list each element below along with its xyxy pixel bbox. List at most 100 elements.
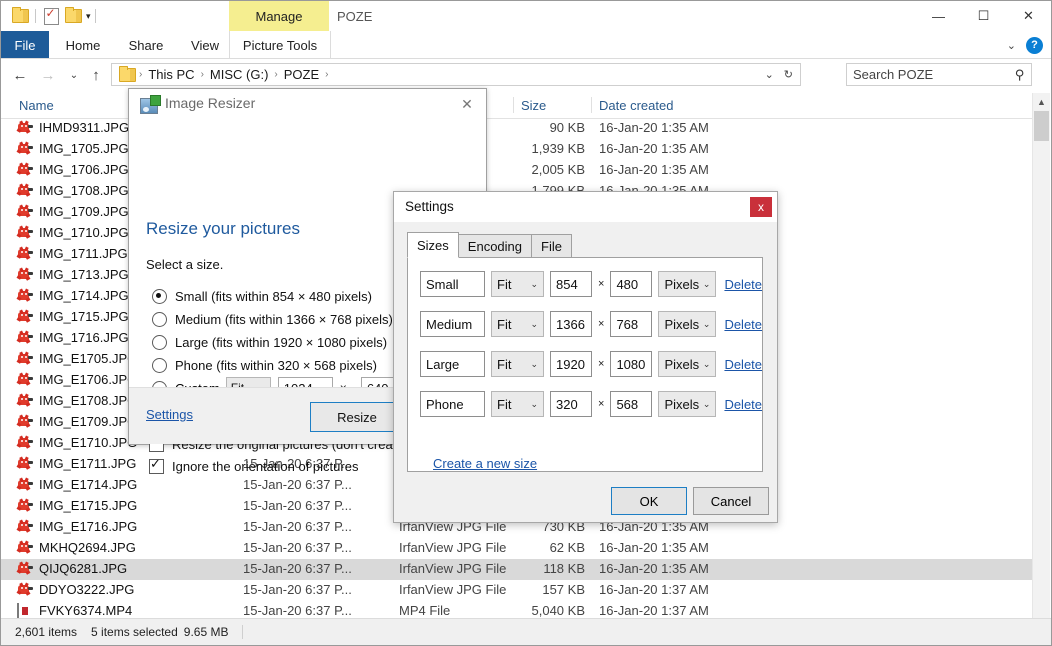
file-name: IMG_1711.JPG <box>39 246 128 261</box>
minimize-button[interactable]: — <box>916 1 961 31</box>
create-new-size-link[interactable]: Create a new size <box>433 456 537 471</box>
breadcrumb-poze[interactable]: POZE <box>279 67 324 82</box>
address-history-caret-icon[interactable]: ⌄ <box>760 68 779 81</box>
breadcrumb[interactable]: › This PC › MISC (G:) › POZE › ⌄ ↻ <box>111 63 801 86</box>
size-option-large[interactable]: Large (fits within 1920 × 1080 pixels) <box>152 331 393 354</box>
column-divider-2[interactable] <box>513 97 514 113</box>
table-row[interactable]: FVKY6374.MP4 15-Jan-20 6:37 P... MP4 File 5… <box>1 601 1033 618</box>
size-name-input[interactable]: Small <box>420 271 485 297</box>
table-row[interactable]: DDYO3222.JPG 15-Jan-20 6:37 P... IrfanView… <box>1 580 1033 601</box>
dropdown-caret-icon[interactable]: ▾ <box>86 11 91 22</box>
settings-ok-button[interactable]: OK <box>611 487 687 515</box>
checkbox-ignore-orientation-icon[interactable] <box>149 456 164 474</box>
breadcrumb-this-pc[interactable]: This PC <box>143 67 199 82</box>
size-name-input[interactable]: Large <box>420 351 485 377</box>
image-resizer-title-bar: Image Resizer ✕ <box>129 89 486 119</box>
size-name-input[interactable]: Medium <box>420 311 485 337</box>
checkbox-ignore-orientation[interactable]: Ignore the orientation of pictures <box>149 455 404 477</box>
forward-button[interactable]: → <box>37 64 59 86</box>
size-width-input[interactable]: 1920 <box>550 351 592 377</box>
irfanview-jpg-icon <box>16 246 33 262</box>
tab-view[interactable]: View <box>181 31 229 59</box>
breadcrumb-folder-icon <box>119 65 136 82</box>
tab-picture-tools[interactable]: Picture Tools <box>229 31 331 59</box>
column-header-name[interactable]: Name <box>19 93 54 117</box>
file-name: IMG_E1715.JPG <box>39 498 138 513</box>
search-icon: ⚲ <box>1015 66 1025 82</box>
radio-medium-icon[interactable] <box>152 312 167 327</box>
size-option-phone[interactable]: Phone (fits within 320 × 568 pixels) <box>152 354 393 377</box>
column-header-size[interactable]: Size <box>521 93 546 117</box>
sizes-tab-panel: Small Fit ⌄ 854 × 480 Pixels ⌄ Delete Medium Fit ⌄ 1… <box>407 257 763 472</box>
size-delete-link[interactable]: Delete <box>724 277 762 292</box>
table-row[interactable]: MKHQ2694.JPG 15-Jan-20 6:37 P... IrfanView… <box>1 538 1033 559</box>
size-option-small[interactable]: Small (fits within 854 × 480 pixels) <box>152 285 393 308</box>
radio-large-icon[interactable] <box>152 335 167 350</box>
settings-close-button[interactable]: x <box>750 197 772 217</box>
size-height-input[interactable]: 568 <box>610 391 653 417</box>
size-fit-select[interactable]: Fit ⌄ <box>491 351 544 377</box>
column-header-date-created[interactable]: Date created <box>599 93 673 117</box>
size-unit-select[interactable]: Pixels ⌄ <box>658 311 717 337</box>
size-name-input[interactable]: Phone <box>420 391 485 417</box>
tab-encoding[interactable]: Encoding <box>457 234 533 258</box>
irfanview-jpg-icon <box>16 477 33 493</box>
irfanview-jpg-icon <box>16 225 33 241</box>
tab-file[interactable]: File <box>531 234 572 258</box>
size-unit-select[interactable]: Pixels ⌄ <box>658 271 717 297</box>
vertical-scrollbar[interactable]: ▲ <box>1032 93 1050 618</box>
size-height-input[interactable]: 480 <box>610 271 653 297</box>
close-button[interactable]: ✕ <box>1006 1 1051 31</box>
file-date-modified: 15-Jan-20 6:37 P... <box>243 603 352 618</box>
table-row[interactable]: QIJQ6281.JPG 15-Jan-20 6:37 P... IrfanView… <box>1 559 1033 580</box>
ribbon-tab-strip: File Home Share View Picture Tools ⌄ ? <box>1 31 1051 59</box>
refresh-icon[interactable]: ↻ <box>779 68 798 81</box>
checkbox-ignore-orientation-label: Ignore the orientation of pictures <box>172 458 359 474</box>
folder-icon[interactable] <box>9 5 31 27</box>
settings-link[interactable]: Settings <box>146 407 193 422</box>
tab-sizes[interactable]: Sizes <box>407 232 459 258</box>
file-name: MKHQ2694.JPG <box>39 540 136 555</box>
radio-small-icon[interactable] <box>152 289 167 304</box>
help-icon[interactable]: ? <box>1026 36 1043 54</box>
settings-cancel-button[interactable]: Cancel <box>693 487 769 515</box>
image-resizer-heading: Resize your pictures <box>146 219 301 238</box>
properties-icon[interactable] <box>40 5 62 27</box>
size-height-input[interactable]: 1080 <box>610 351 653 377</box>
screen: In ZciscoCciscociscoCciscoSBSSBSB🐦T🐦🐦 ▾ … <box>0 0 1052 646</box>
resize-button[interactable]: Resize <box>310 402 404 432</box>
size-unit-select[interactable]: Pixels ⌄ <box>658 391 717 417</box>
size-fit-select[interactable]: Fit ⌄ <box>491 311 544 337</box>
tab-home[interactable]: Home <box>55 31 111 59</box>
radio-phone-icon[interactable] <box>152 358 167 373</box>
size-width-input[interactable]: 320 <box>550 391 592 417</box>
size-fit-select[interactable]: Fit ⌄ <box>491 391 544 417</box>
size-height-input[interactable]: 768 <box>610 311 653 337</box>
scroll-up-icon[interactable]: ▲ <box>1033 93 1050 110</box>
scrollbar-thumb[interactable] <box>1034 111 1049 141</box>
contextual-tab-manage[interactable]: Manage <box>229 1 329 31</box>
size-fit-select[interactable]: Fit ⌄ <box>491 271 544 297</box>
size-width-input[interactable]: 854 <box>550 271 592 297</box>
new-folder-icon[interactable] <box>62 5 84 27</box>
size-delete-link[interactable]: Delete <box>724 317 762 332</box>
size-delete-link[interactable]: Delete <box>724 397 762 412</box>
breadcrumb-misc-g[interactable]: MISC (G:) <box>205 67 274 82</box>
up-button[interactable]: ↑ <box>85 64 107 86</box>
size-unit-select[interactable]: Pixels ⌄ <box>658 351 717 377</box>
column-divider-3[interactable] <box>591 97 592 113</box>
image-resizer-close-icon[interactable]: ✕ <box>456 94 478 114</box>
tab-share[interactable]: Share <box>119 31 173 59</box>
size-option-medium[interactable]: Medium (fits within 1366 × 768 pixels) <box>152 308 393 331</box>
maximize-button[interactable]: ☐ <box>961 1 1006 31</box>
settings-dialog: Settings x Sizes Encoding File Small Fit ⌄… <box>393 191 778 523</box>
size-width-input[interactable]: 1366 <box>550 311 592 337</box>
size-delete-link[interactable]: Delete <box>724 357 762 372</box>
back-button[interactable]: ← <box>9 64 31 86</box>
recent-locations-button[interactable]: ⌄ <box>63 64 85 86</box>
search-input[interactable]: Search POZE ⚲ <box>846 63 1032 86</box>
settings-body: Sizes Encoding File Small Fit ⌄ 854 × 480 Pixe… <box>394 222 777 522</box>
chevron-down-icon[interactable]: ⌄ <box>1007 39 1016 52</box>
chevron-down-icon: ⌄ <box>702 398 711 409</box>
tab-file[interactable]: File <box>1 31 49 59</box>
